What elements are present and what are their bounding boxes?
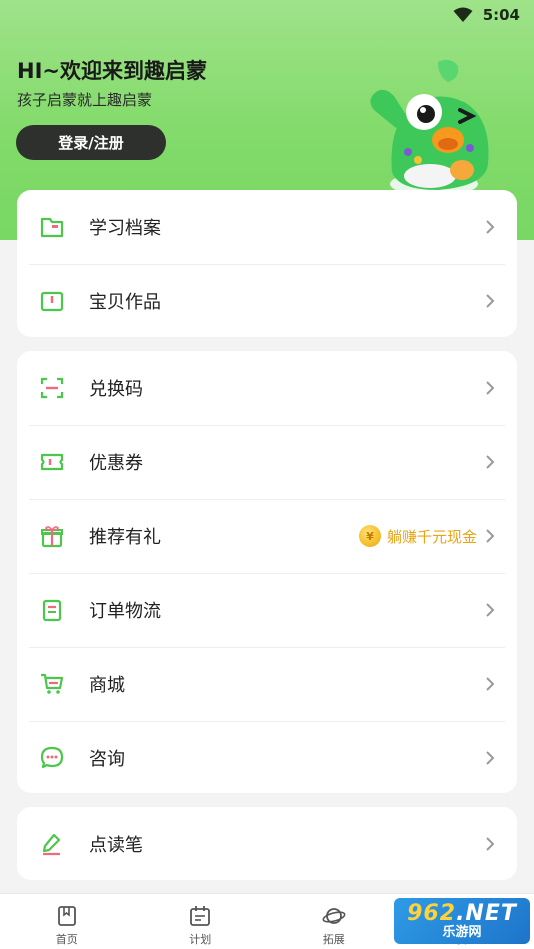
menu-item-label: 宝贝作品: [89, 292, 161, 313]
chevron-right-icon: [486, 294, 495, 308]
chevron-right-icon: [486, 529, 495, 543]
greeting-title: HI~欢迎来到趣启蒙: [17, 59, 207, 83]
menu-item-reading-pen[interactable]: 点读笔: [17, 807, 517, 881]
menu-item-referral-rewards[interactable]: 推荐有礼 ¥ 躺赚千元现金: [17, 499, 517, 573]
planet-icon: [322, 908, 346, 924]
chevron-right-icon: [486, 603, 495, 617]
tab-home[interactable]: 首页: [0, 894, 134, 949]
chevron-right-icon: [486, 455, 495, 469]
menu-item-learning-archive[interactable]: 学习档案: [17, 190, 517, 264]
menu-item-label: 点读笔: [89, 835, 143, 856]
tab-label: 首页: [55, 933, 78, 946]
tab-plan[interactable]: 计划: [134, 894, 268, 949]
chevron-right-icon: [486, 837, 495, 851]
chevron-right-icon: [486, 751, 495, 765]
status-time: 5:04: [482, 6, 520, 24]
scan-code-icon: [39, 375, 65, 401]
order-list-icon: [39, 597, 65, 623]
gift-icon: [39, 523, 65, 549]
mascot-bird-illustration: [370, 59, 489, 194]
menu-item-label: 商城: [89, 675, 125, 696]
home-book-icon: [57, 906, 76, 926]
menu-item-coupons[interactable]: 优惠券: [17, 425, 517, 499]
wifi-icon: [453, 7, 473, 22]
menu-card-profile: 学习档案 宝贝作品: [17, 190, 517, 337]
login-register-button[interactable]: 登录/注册: [16, 125, 166, 160]
menu-item-label: 优惠券: [89, 453, 143, 474]
menu-item-consultation[interactable]: 咨询: [17, 721, 517, 795]
chevron-right-icon: [486, 677, 495, 691]
watermark-bottom: 乐游网: [442, 924, 482, 940]
calendar-icon: [190, 906, 211, 926]
status-bar: 5:04: [0, 0, 534, 30]
tab-label: 拓展: [322, 933, 345, 946]
menu-item-label: 学习档案: [89, 218, 161, 239]
watermark-top: 962.NET: [407, 900, 517, 926]
cart-icon: [39, 671, 65, 697]
menu-item-baby-works[interactable]: 宝贝作品: [17, 264, 517, 338]
menu-item-mall[interactable]: 商城: [17, 647, 517, 721]
chevron-right-icon: [486, 220, 495, 234]
chat-icon: [39, 745, 65, 771]
menu-item-label: 咨询: [89, 749, 125, 770]
coin-icon: ¥: [358, 525, 381, 547]
referral-promo: ¥ 躺赚千元现金: [358, 525, 477, 547]
menu-item-order-logistics[interactable]: 订单物流: [17, 573, 517, 647]
promo-text: 躺赚千元现金: [386, 527, 477, 546]
menu-item-label: 兑换码: [89, 379, 143, 400]
book-icon: [39, 288, 65, 314]
folder-icon: [39, 214, 65, 240]
watermark-logo: 962.NET 乐游网: [394, 898, 530, 944]
menu-card-services: 兑换码 优惠券 推荐有礼 ¥ 躺赚千元现金 订单物流 商城 咨询: [17, 351, 517, 793]
chevron-right-icon: [486, 381, 495, 395]
tab-explore[interactable]: 拓展: [267, 894, 401, 949]
menu-item-label: 订单物流: [89, 601, 161, 622]
greeting-subtitle: 孩子启蒙就上趣启蒙: [17, 91, 153, 109]
tab-label: 计划: [189, 933, 212, 946]
menu-item-redeem-code[interactable]: 兑换码: [17, 351, 517, 425]
pen-icon: [39, 831, 65, 857]
menu-card-devices: 点读笔: [17, 807, 517, 880]
menu-item-label: 推荐有礼: [89, 527, 161, 548]
coupon-icon: [39, 449, 65, 475]
